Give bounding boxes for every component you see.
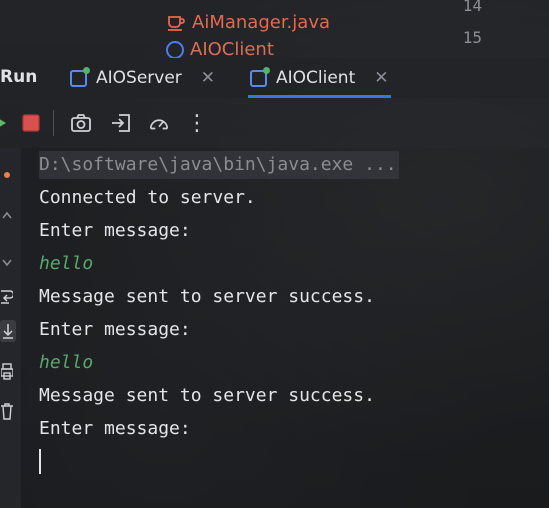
toolbar-divider: [53, 110, 54, 136]
text-cursor[interactable]: [39, 449, 41, 474]
profiler-button[interactable]: [148, 112, 170, 134]
console-command-line: D:\software\java\bin\java.exe ...: [39, 151, 399, 179]
console-line: Message sent to server success.: [39, 385, 375, 406]
tab-label: AIOServer: [96, 68, 182, 88]
gauge-icon: [149, 119, 169, 130]
tab-aioclient[interactable]: AIOClient ✕: [248, 58, 390, 98]
close-icon[interactable]: ✕: [374, 68, 388, 88]
console-line: Enter message:: [39, 418, 191, 439]
exit-button[interactable]: [110, 112, 132, 134]
console-line: Message sent to server success.: [39, 286, 375, 307]
run-toolbar: ⋮: [0, 98, 549, 148]
line-number: 14: [462, 0, 482, 15]
console-user-input: hello: [39, 352, 94, 373]
line-number: 15: [462, 28, 482, 47]
print-icon[interactable]: [0, 360, 14, 382]
console-user-input: hello: [39, 253, 94, 274]
soft-wrap-icon[interactable]: [0, 286, 14, 308]
console-line: Connected to server.: [39, 187, 256, 208]
console-output[interactable]: D:\software\java\bin\java.exe ... Connec…: [21, 148, 549, 508]
tab-aioserver[interactable]: AIOServer ✕: [70, 58, 215, 98]
file-name-label: AIOClient: [190, 41, 274, 58]
rerun-icon: [0, 119, 6, 127]
screenshot-button[interactable]: [70, 112, 92, 134]
more-icon: ⋮: [186, 110, 208, 136]
up-arrow-icon[interactable]: [0, 204, 14, 226]
stop-button[interactable]: [20, 112, 42, 134]
screenshot-icon: [71, 114, 91, 132]
run-tool-window-header: Run AIOServer ✕ AIOClient ✕: [0, 58, 549, 98]
down-arrow-icon[interactable]: [0, 252, 14, 274]
editor-area: AiManager.java AIOClient 14 15: [0, 0, 549, 58]
file-name-label: AiManager.java: [192, 11, 330, 33]
run-config-icon: [70, 66, 90, 87]
tab-label: AIOClient: [276, 68, 356, 88]
file-entry-aimanager[interactable]: AiManager.java: [166, 9, 330, 35]
run-panel-title: Run: [0, 67, 38, 87]
rerun-button[interactable]: [0, 112, 13, 134]
exit-icon: [112, 114, 130, 132]
java-file-icon: [168, 16, 185, 31]
console-line: Enter message:: [39, 319, 191, 340]
class-icon: [166, 41, 184, 58]
file-entry-aioclient[interactable]: AIOClient: [166, 41, 274, 58]
run-config-icon: [250, 66, 270, 87]
scroll-up-icon[interactable]: [0, 164, 14, 186]
close-icon[interactable]: ✕: [201, 68, 215, 88]
more-options-button[interactable]: ⋮: [186, 110, 208, 136]
console-side-toolbar: [0, 148, 21, 508]
scroll-to-end-icon[interactable]: [0, 320, 16, 342]
stop-icon: [22, 114, 40, 132]
console-line: Enter message:: [39, 220, 191, 241]
trash-icon[interactable]: [0, 400, 14, 422]
